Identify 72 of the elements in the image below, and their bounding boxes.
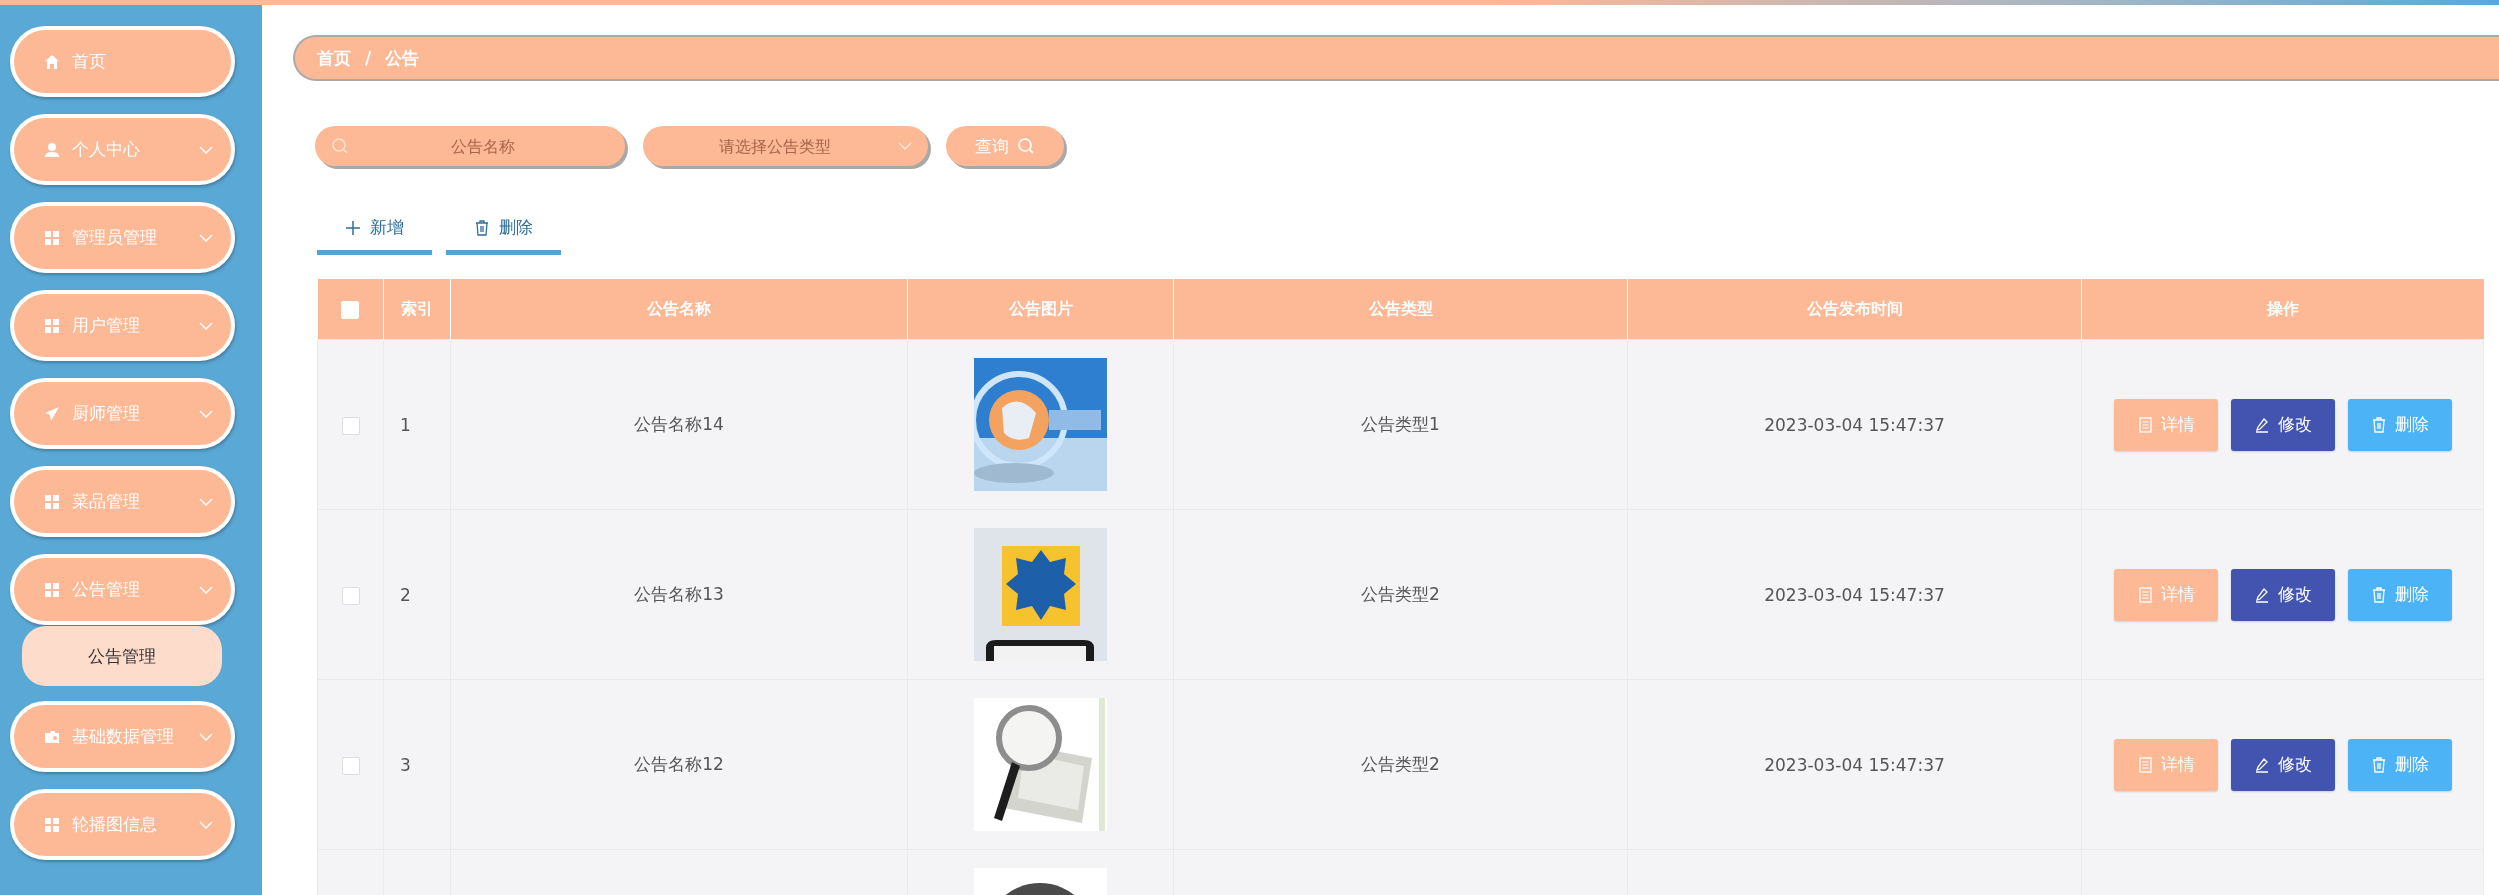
row-index: 3 bbox=[400, 754, 411, 775]
plus-icon bbox=[345, 219, 361, 236]
row-index: 1 bbox=[400, 414, 411, 435]
submenu-item[interactable]: 公告管理 bbox=[22, 626, 222, 686]
column-header: 公告名称 bbox=[450, 279, 908, 340]
trash-icon bbox=[2370, 586, 2387, 603]
row-checkbox[interactable] bbox=[341, 586, 360, 605]
search-button[interactable]: 查询 bbox=[946, 126, 1064, 166]
search-input[interactable]: 公告名称 bbox=[357, 135, 609, 157]
table-cell: 2023-03-04 15:47:37 bbox=[1764, 754, 1945, 775]
document-icon bbox=[2136, 756, 2153, 773]
breadcrumb-link[interactable]: 公告 bbox=[385, 46, 420, 70]
delete-button[interactable]: 删除 bbox=[2347, 568, 2452, 621]
detail-button[interactable]: 详情 bbox=[2113, 738, 2218, 791]
sidebar-item[interactable]: 菜品管理 bbox=[10, 466, 235, 537]
row-index: 2 bbox=[400, 584, 411, 605]
table-cell: 公告名称14 bbox=[634, 414, 724, 434]
column-header: 索引 bbox=[383, 279, 451, 340]
row-checkbox[interactable] bbox=[341, 756, 360, 775]
grid-icon bbox=[44, 229, 60, 246]
paper-plane-icon bbox=[44, 405, 60, 422]
sidebar-item[interactable]: 轮播图信息 bbox=[10, 789, 235, 860]
select-all-checkbox[interactable] bbox=[341, 300, 360, 319]
sidebar-item[interactable]: 厨师管理 bbox=[10, 378, 235, 449]
edit-button[interactable]: 修改 bbox=[2230, 398, 2335, 451]
sidebar-item[interactable]: 管理员管理 bbox=[10, 202, 235, 273]
folder-icon bbox=[44, 728, 60, 745]
table-cell: 2023-03-04 15:47:37 bbox=[1764, 584, 1945, 605]
detail-button[interactable]: 详情 bbox=[2113, 398, 2218, 451]
column-header: 公告发布时间 bbox=[1627, 279, 2082, 340]
pencil-icon bbox=[2253, 756, 2270, 773]
row-checkbox[interactable] bbox=[341, 416, 360, 435]
column-header: 操作 bbox=[2081, 279, 2484, 340]
chevron-down-icon bbox=[898, 142, 912, 150]
edit-button[interactable]: 修改 bbox=[2230, 568, 2335, 621]
sidebar-item[interactable]: 公告管理 bbox=[10, 554, 235, 625]
user-icon bbox=[44, 141, 60, 158]
home-icon bbox=[44, 53, 60, 70]
edit-button[interactable]: 修改 bbox=[2230, 738, 2335, 791]
column-header: 公告类型 bbox=[1173, 279, 1628, 340]
sidebar-item[interactable]: 用户管理 bbox=[10, 290, 235, 361]
pencil-icon bbox=[2253, 586, 2270, 603]
detail-button[interactable]: 详情 bbox=[2113, 568, 2218, 621]
trash-icon bbox=[2370, 416, 2387, 433]
sidebar-item[interactable]: 首页 bbox=[10, 26, 235, 97]
search-field[interactable]: 公告名称 bbox=[315, 126, 625, 166]
delete-button[interactable]: 删除 bbox=[2347, 398, 2452, 451]
search-icon bbox=[1017, 137, 1035, 155]
table-cell: 公告名称13 bbox=[634, 584, 724, 604]
grid-icon bbox=[44, 581, 60, 598]
type-select-input[interactable]: 请选择公告类型 bbox=[659, 135, 890, 157]
table-cell: 2023-03-04 15:47:37 bbox=[1764, 414, 1945, 435]
column-header: 公告图片 bbox=[907, 279, 1174, 340]
trash-icon bbox=[474, 219, 490, 236]
table-cell: 公告名称12 bbox=[634, 754, 724, 774]
table-cell: 公告类型1 bbox=[1361, 414, 1440, 434]
trash-icon bbox=[2370, 756, 2387, 773]
document-icon bbox=[2136, 586, 2153, 603]
breadcrumb-link[interactable]: 首页 bbox=[317, 46, 351, 70]
table-cell: 公告类型2 bbox=[1361, 584, 1440, 604]
document-icon bbox=[2136, 416, 2153, 433]
table-cell: 公告类型2 bbox=[1361, 754, 1440, 774]
sidebar-item[interactable]: 基础数据管理 bbox=[10, 701, 235, 772]
pencil-icon bbox=[2253, 416, 2270, 433]
type-select[interactable]: 请选择公告类型 bbox=[643, 126, 928, 166]
grid-icon bbox=[44, 493, 60, 510]
sidebar-item[interactable]: 个人中心 bbox=[10, 114, 235, 185]
search-icon bbox=[331, 137, 349, 155]
delete-button[interactable]: 删除 bbox=[2347, 738, 2452, 791]
grid-icon bbox=[44, 317, 60, 334]
breadcrumb-separator: / bbox=[365, 48, 372, 68]
grid-icon bbox=[44, 816, 60, 833]
